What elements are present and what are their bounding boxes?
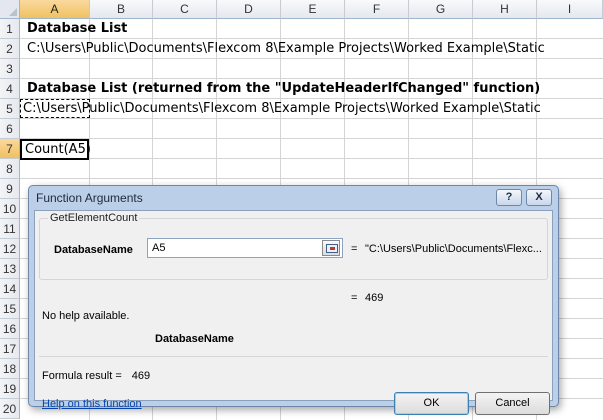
row-header-17[interactable]: 17: [0, 339, 20, 359]
row-header-11[interactable]: 11: [0, 219, 20, 239]
argument-description-name: DatabaseName: [155, 333, 234, 345]
close-icon: X: [535, 191, 543, 203]
column-header-b[interactable]: B: [90, 0, 153, 19]
argument-label: DatabaseName: [54, 244, 133, 256]
gridline: [20, 178, 603, 179]
row-header-10[interactable]: 10: [0, 199, 20, 219]
argument-result: "C:\Users\Public\Documents\Flexc...: [365, 243, 542, 255]
formula-result: Formula result = 469: [42, 370, 150, 382]
dialog-title: Function Arguments: [36, 191, 143, 205]
cell-a4[interactable]: Database List (returned from the "Update…: [27, 79, 540, 99]
equals-sign: =: [351, 292, 358, 304]
argument-value: A5: [152, 242, 166, 254]
formula-result-value: 469: [131, 370, 151, 382]
cancel-button[interactable]: Cancel: [475, 392, 550, 415]
dialog-body: GetElementCount DatabaseName A5 = "C:\Us…: [34, 210, 553, 415]
row-header-8[interactable]: 8: [0, 159, 20, 179]
row-header-9[interactable]: 9: [0, 179, 20, 199]
cell-a2[interactable]: C:\Users\Public\Documents\Flexcom 8\Exam…: [27, 39, 545, 59]
close-button[interactable]: X: [526, 189, 552, 206]
row-header-15[interactable]: 15: [0, 299, 20, 319]
help-on-function-link[interactable]: Help on this function: [42, 398, 142, 410]
column-header-i[interactable]: I: [537, 0, 603, 19]
row-header-6[interactable]: 6: [0, 119, 20, 139]
column-header-h[interactable]: H: [473, 0, 537, 19]
row-header-2[interactable]: 2: [0, 39, 20, 59]
row-header-18[interactable]: 18: [0, 359, 20, 379]
row-header-16[interactable]: 16: [0, 319, 20, 339]
collapse-dialog-icon[interactable]: [322, 240, 340, 256]
help-text: No help available.: [42, 310, 130, 322]
cell-a5[interactable]: C:\Users\Public\Documents\Flexcom 8\Exam…: [23, 99, 541, 119]
row-header-13[interactable]: 13: [0, 259, 20, 279]
database-name-input[interactable]: A5: [147, 238, 343, 258]
column-header-d[interactable]: D: [217, 0, 281, 19]
cell-a1[interactable]: Database List: [27, 19, 127, 39]
equals-sign: =: [351, 243, 358, 255]
row-header-5[interactable]: 5: [0, 99, 20, 119]
row-header-14[interactable]: 14: [0, 279, 20, 299]
column-header-g[interactable]: G: [409, 0, 473, 19]
row-header-7[interactable]: 7: [0, 139, 20, 159]
select-all-corner[interactable]: [0, 0, 20, 19]
column-header-a[interactable]: A: [20, 0, 90, 19]
column-header-e[interactable]: E: [281, 0, 345, 19]
gridline: [20, 138, 603, 139]
formula-result-label: Formula result =: [42, 370, 122, 382]
function-name: GetElementCount: [48, 212, 140, 224]
divider: [39, 356, 548, 357]
row-header-12[interactable]: 12: [0, 239, 20, 259]
dialog-titlebar[interactable]: Function Arguments ? X: [29, 186, 558, 210]
help-button[interactable]: ?: [496, 189, 522, 206]
cell-a7[interactable]: Count(A5): [25, 141, 91, 158]
gridline: [20, 158, 603, 159]
row-header-19[interactable]: 19: [0, 379, 20, 399]
row-header-3[interactable]: 3: [0, 59, 20, 79]
active-cell-a7[interactable]: Count(A5): [20, 139, 91, 160]
arguments-group: GetElementCount DatabaseName A5 = "C:\Us…: [39, 212, 548, 280]
column-header-f[interactable]: F: [345, 0, 409, 19]
ok-button[interactable]: OK: [394, 392, 469, 415]
column-header-c[interactable]: C: [153, 0, 217, 19]
function-result: 469: [365, 292, 384, 304]
row-header-1[interactable]: 1: [0, 19, 20, 39]
row-header-20[interactable]: 20: [0, 399, 20, 419]
function-arguments-dialog[interactable]: Function Arguments ? X GetElementCount D…: [28, 185, 559, 415]
row-header-4[interactable]: 4: [0, 79, 20, 99]
